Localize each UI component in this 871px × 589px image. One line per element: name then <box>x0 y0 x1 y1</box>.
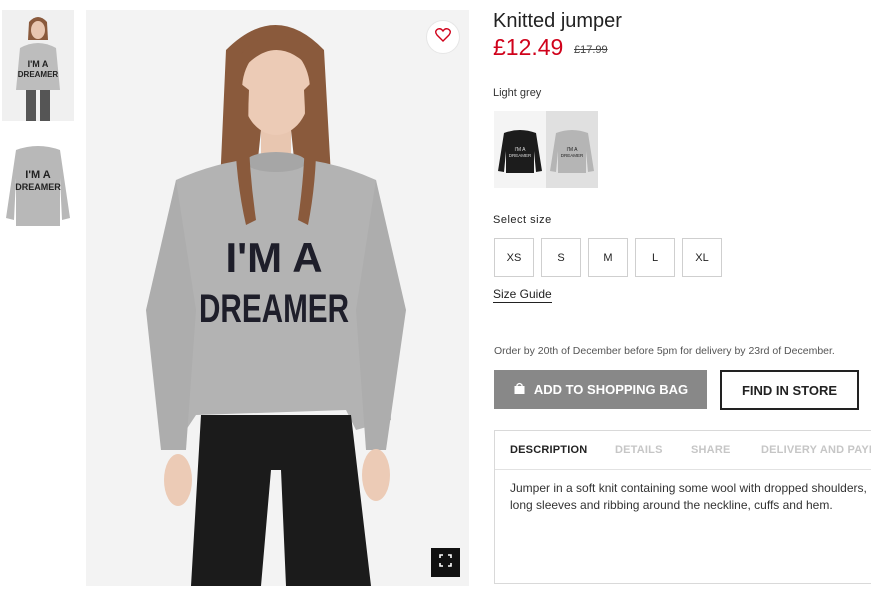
tab-description[interactable]: DESCRIPTION <box>510 444 587 456</box>
color-swatch-black[interactable]: I'M A DREAMER <box>494 111 546 188</box>
swatch-grey-image: I'M A DREAMER <box>550 130 594 173</box>
svg-text:DREAMER: DREAMER <box>18 70 59 79</box>
find-in-store-button[interactable]: FIND IN STORE <box>720 370 859 410</box>
product-price: £12.49 <box>493 34 564 60</box>
selected-color-name: Light grey <box>493 87 542 99</box>
shopping-bag-icon <box>513 382 526 398</box>
svg-text:I'M A: I'M A <box>25 169 50 181</box>
svg-text:DREAMER: DREAMER <box>561 153 584 158</box>
model-illustration: I'M A DREAMER <box>86 10 469 586</box>
product-title: Knitted jumper <box>493 10 622 32</box>
size-option-xs[interactable]: XS <box>494 238 534 277</box>
svg-text:DREAMER: DREAMER <box>509 153 532 158</box>
thumbnail-flat-image: I'M A DREAMER <box>2 138 74 233</box>
add-to-bag-button[interactable]: ADD TO SHOPPING BAG <box>494 370 707 409</box>
size-guide-link[interactable]: Size Guide <box>493 287 552 303</box>
sweater-print-line1: I'M A <box>225 234 322 281</box>
heart-icon <box>435 27 451 47</box>
thumbnail-model-image: I'M A DREAMER <box>2 10 74 121</box>
add-to-bag-label: ADD TO SHOPPING BAG <box>533 382 689 397</box>
color-swatch-light-grey[interactable]: I'M A DREAMER <box>546 111 598 188</box>
thumbnail-model[interactable]: I'M A DREAMER <box>2 10 74 121</box>
tab-details[interactable]: DETAILS <box>615 444 663 456</box>
size-option-l[interactable]: L <box>635 238 675 277</box>
main-product-image[interactable]: I'M A DREAMER <box>86 10 469 586</box>
size-option-s[interactable]: S <box>541 238 581 277</box>
size-option-m[interactable]: M <box>588 238 628 277</box>
favorite-button[interactable] <box>426 20 460 54</box>
old-price: £17.99 <box>574 44 608 56</box>
fullscreen-icon <box>439 553 452 572</box>
tab-share[interactable]: SHARE <box>691 444 731 456</box>
product-info-tabs: DESCRIPTION DETAILS SHARE DELIVERY AND P… <box>494 430 871 584</box>
fullscreen-button[interactable] <box>431 548 460 577</box>
swatch-black-image: I'M A DREAMER <box>498 130 542 173</box>
svg-text:DREAMER: DREAMER <box>15 182 61 192</box>
delivery-note: Order by 20th of December before 5pm for… <box>494 345 835 357</box>
size-option-xl[interactable]: XL <box>682 238 722 277</box>
description-text: Jumper in a soft knit containing some wo… <box>510 481 867 512</box>
size-heading: Select size <box>493 214 552 226</box>
sweater-print-line2: DREAMER <box>199 287 349 331</box>
tab-delivery-payment[interactable]: DELIVERY AND PAYMENT <box>761 444 871 456</box>
tab-bar: DESCRIPTION DETAILS SHARE DELIVERY AND P… <box>495 431 871 470</box>
svg-text:I'M A: I'M A <box>28 59 49 69</box>
thumbnail-flat[interactable]: I'M A DREAMER <box>2 138 74 233</box>
